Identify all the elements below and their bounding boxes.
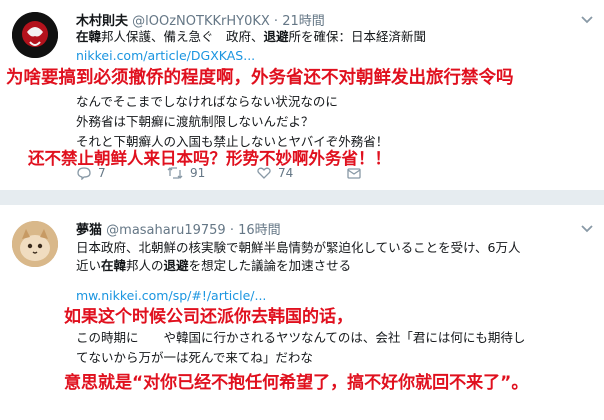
- chevron-down-icon[interactable]: [580, 14, 594, 24]
- reply-icon[interactable]: [76, 166, 92, 180]
- avatar[interactable]: [12, 12, 58, 58]
- tweet-text: 日本政府、北朝鮮の核実験で朝鮮半島情勢が緊迫化していることを受け、6万人 近い在…: [76, 239, 596, 275]
- tweet-header: 木村則夫 @lOOzNOTKKrHY0KX · 21時間: [76, 10, 325, 29]
- body-line-2: 近い在韓邦人の退避を想定した議論を加速させる: [76, 257, 596, 275]
- headline-bold-prefix: 在韓: [76, 29, 102, 44]
- message-action[interactable]: [346, 164, 368, 182]
- timestamp[interactable]: 21時間: [282, 14, 325, 29]
- like-count: 74: [278, 166, 294, 180]
- tweet-separator: [0, 190, 604, 205]
- body-line-2-mid: 邦人の: [126, 258, 164, 273]
- like-action[interactable]: 74: [256, 164, 293, 182]
- retweet-count: 91: [190, 166, 206, 180]
- body-line-2-bold-1: 在韓: [101, 258, 127, 273]
- retweet-action[interactable]: 91: [166, 164, 205, 182]
- quote-line-1: なんでそこまでしなければならない状況なのに: [76, 94, 338, 109]
- display-name[interactable]: 木村則夫: [76, 14, 128, 29]
- article-link[interactable]: nikkei.com/article/DGXKAS...: [76, 48, 255, 63]
- user-handle[interactable]: @masaharu19759: [106, 223, 226, 238]
- headline-mid: 邦人保護、備え急ぐ 政府、: [101, 29, 264, 44]
- caption-overlay-bottom: 意思就是“对你已经不抱任何希望了，搞不好你就回不来了”。: [64, 373, 529, 393]
- caption-overlay-top: 为啥要搞到必须撤侨的程度啊，外务省还不对朝鲜发出旅行禁令吗: [6, 68, 514, 88]
- timestamp[interactable]: 16時間: [238, 223, 281, 238]
- chevron-down-icon[interactable]: [580, 223, 594, 233]
- body-line-1: 日本政府、北朝鮮の核実験で朝鮮半島情勢が緊迫化していることを受け、6万人: [76, 240, 521, 255]
- tweet-header: 夢猫 @masaharu19759 · 16時間: [76, 219, 281, 238]
- quote-line-2: 外務省は下朝癬に渡航制限しないんだよ？: [76, 114, 314, 129]
- display-name[interactable]: 夢猫: [76, 223, 102, 238]
- headline-suffix: 所を確保：日本経済新聞: [288, 29, 427, 44]
- body-line-2-prefix: 近い: [76, 258, 102, 273]
- reply-action[interactable]: 7: [76, 164, 106, 182]
- quote-line-2: てないから万が一は死んで来てね」だわな: [76, 350, 313, 365]
- separator-dot: ·: [229, 223, 234, 238]
- caption-overlay-top: 如果这个时候公司还派你去韩国的话，: [64, 307, 353, 327]
- body-line-2-bold-2: 退避: [163, 258, 189, 273]
- separator-dot: ·: [273, 14, 279, 29]
- headline-bold: 退避: [263, 29, 289, 44]
- tweet-actions: 7 91 74: [76, 164, 496, 182]
- retweet-icon[interactable]: [166, 166, 184, 180]
- reply-count: 7: [98, 166, 106, 180]
- article-link[interactable]: mw.nikkei.com/sp/#!/article/...: [76, 288, 266, 303]
- user-handle[interactable]: @lOOzNOTKKrHY0KX: [132, 14, 270, 29]
- quote-line-1: この時期に や韓国に行かされるヤツなんてのは、会社「君には何にも期待し: [76, 330, 526, 345]
- tweet-card-1[interactable]: 木村則夫 @lOOzNOTKKrHY0KX · 21時間 在韓邦人保護、備え急ぐ…: [0, 0, 604, 190]
- message-icon[interactable]: [346, 166, 362, 180]
- tweet-text: 在韓邦人保護、備え急ぐ 政府、退避所を確保：日本経済新聞: [76, 28, 576, 46]
- like-icon[interactable]: [256, 166, 272, 180]
- tweet-card-2[interactable]: 夢猫 @masaharu19759 · 16時間 日本政府、北朝鮮の核実験で朝鮮…: [0, 205, 604, 420]
- body-line-2-suffix: を想定した議論を加速させる: [188, 258, 352, 273]
- avatar[interactable]: [12, 221, 58, 267]
